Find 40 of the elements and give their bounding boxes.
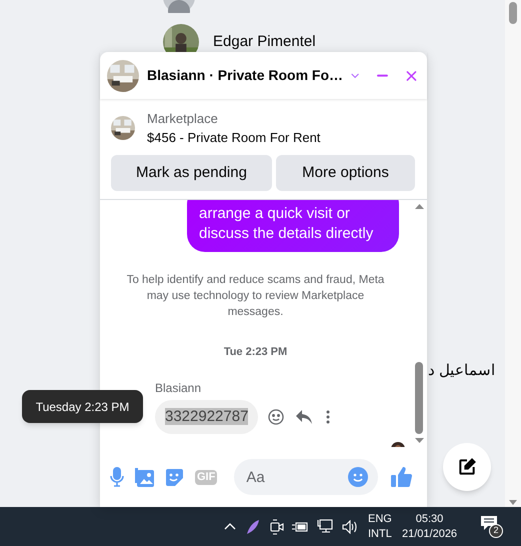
action-button[interactable]: More options [276,155,415,191]
sender-name: Blasiann [155,380,202,396]
camera-icon[interactable] [270,518,284,534]
compose-button[interactable] [443,443,491,491]
listing-title[interactable]: $456 - Private Room For Rent [147,128,320,147]
action-button[interactable]: Mark as pending [111,155,272,191]
thumbs-up-icon[interactable] [391,467,412,487]
notice-text: To help identify and reduce scams and fraud, Meta may use technology to review Marketplace messages. [126,273,386,320]
emoji-icon[interactable] [348,467,368,487]
scroll-down-icon[interactable] [414,438,424,443]
scrollbar-thumb[interactable] [509,2,517,24]
feather-icon[interactable] [246,518,260,534]
chat-title[interactable]: Blasiann · Private Room Fo… [147,65,344,86]
image-icon[interactable] [135,468,154,486]
listing-source: Marketplace [147,110,219,128]
microphone-icon[interactable] [110,467,124,487]
page-scrollbar[interactable] [505,0,521,507]
tooltip: Tuesday 2:23 PM [22,390,143,423]
scroll-down-icon[interactable] [509,500,517,505]
chevron-up-icon[interactable] [224,523,236,530]
scroll-up-icon[interactable] [414,204,424,209]
language-indicator[interactable]: ENG INTL [368,512,392,542]
reply-icon[interactable] [296,410,312,424]
sticker-icon[interactable] [165,468,184,486]
minimize-icon[interactable] [377,74,388,78]
message-text: 3322922787 [165,408,248,424]
contact-name[interactable]: اسماعيل د [428,360,495,382]
message-input[interactable]: Aa [234,459,378,495]
compose-icon [457,457,477,477]
outgoing-message: arrange a quick visit or discuss the details directly [187,200,399,252]
contact-name[interactable]: Edgar Pimentel [213,30,316,54]
clock[interactable]: 05:30 21/01/2026 [402,512,458,542]
emoji-icon[interactable] [268,408,284,424]
more-icon[interactable] [326,410,330,424]
scrollbar-thumb[interactable] [415,362,423,434]
battery-icon[interactable] [292,522,308,532]
timestamp: Tue 2:23 PM [222,345,288,360]
notification-count: 2 [489,524,504,538]
speaker-icon[interactable] [342,520,358,534]
chevron-down-icon[interactable] [351,72,360,80]
